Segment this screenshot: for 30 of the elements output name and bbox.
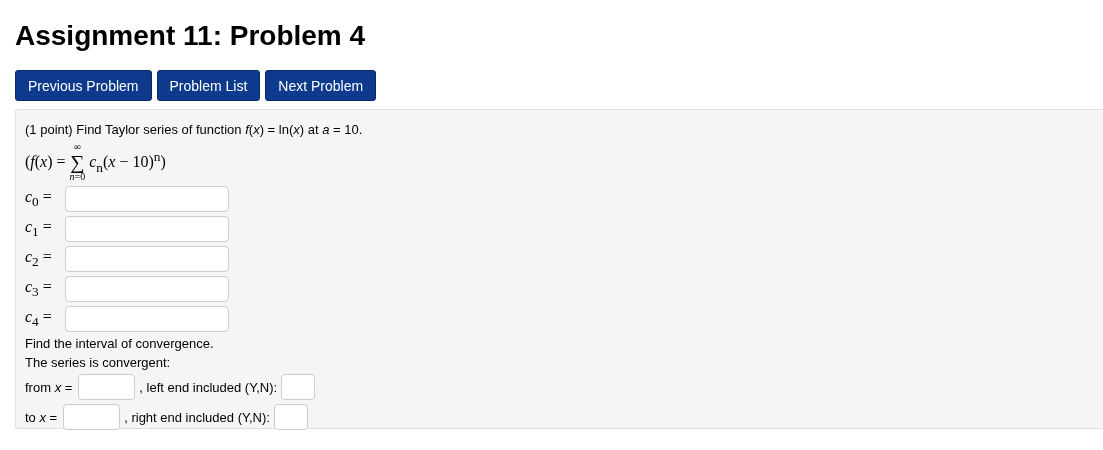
formula-lhs: (f(x) = <box>25 153 66 171</box>
interval-heading: Find the interval of convergence. <box>25 335 215 353</box>
nav-button[interactable]: Problem List <box>156 70 261 101</box>
page-title: Assignment 11: Problem 4 <box>15 19 367 53</box>
endpoint-label: to x = <box>25 409 58 425</box>
coefficient-label: c$_{0}$ = <box>25 187 53 211</box>
formula-rhs: c$_{n}$(x − 10)$^{n}$) <box>89 148 166 176</box>
included-field[interactable] <box>281 374 316 400</box>
answer-field[interactable] <box>65 246 229 272</box>
nav-button[interactable]: Previous Problem <box>15 70 152 101</box>
included-field[interactable] <box>273 404 308 430</box>
sum-lower-limit: n=0 <box>69 172 86 182</box>
sum-symbol: ∑ <box>70 152 85 172</box>
problem-statement: (1 point) Find Taylor series of function f(x) = ln(x) at a = 10. <box>25 121 364 139</box>
answer-field[interactable] <box>65 216 229 242</box>
answer-field[interactable] <box>65 186 229 212</box>
endpoint-field[interactable] <box>78 374 136 400</box>
endpoint-label: from x = <box>25 379 73 395</box>
coefficient-label: c$_{3}$ = <box>25 277 53 301</box>
coefficient-label: c$_{1}$ = <box>25 217 53 241</box>
answer-field[interactable] <box>65 306 229 332</box>
coefficient-label: c$_{2}$ = <box>25 247 53 271</box>
coefficient-label: c$_{4}$ = <box>25 307 53 331</box>
sum-upper-limit: ∞ <box>73 142 81 152</box>
interval-intro: The series is convergent: <box>25 354 172 372</box>
nav-button[interactable]: Next Problem <box>265 70 377 101</box>
answer-field[interactable] <box>65 276 229 302</box>
endpoint-field[interactable] <box>63 404 121 430</box>
included-label: , left end included (Y,N): <box>139 379 278 395</box>
included-label: , right end included (Y,N): <box>124 409 270 425</box>
